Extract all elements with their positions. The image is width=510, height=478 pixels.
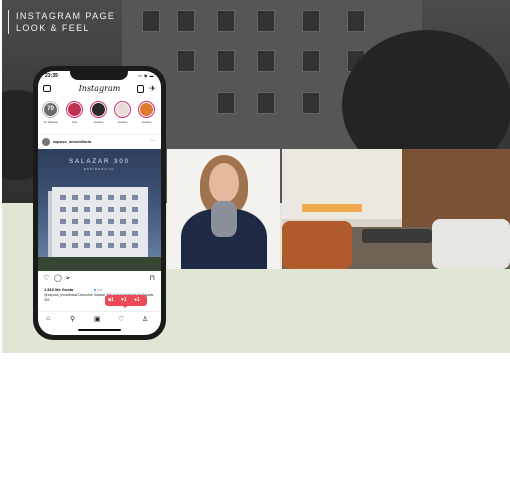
instagram-screen: 23:39 ▪▪ ◉ ▬ Instagram ✈ 70 Tu historia … — [38, 71, 161, 335]
story-item[interactable]: 70 Tu historia — [41, 101, 60, 124]
reels-icon[interactable]: ▣ — [94, 315, 101, 323]
status-icons: ▪▪ ◉ ▬ — [138, 73, 154, 78]
story-item[interactable]: usuario — [89, 101, 108, 124]
post-header: zapusa_inmobiliaria ··· — [38, 134, 161, 149]
direct-message-icon[interactable]: ✈ — [149, 84, 156, 93]
igtv-icon[interactable] — [137, 85, 144, 93]
follow-notification: ●1 — [134, 297, 140, 303]
story-label: Live — [71, 120, 78, 124]
likes-count[interactable]: 1.816 Me Gusta — [44, 287, 73, 292]
post-image[interactable]: SALAZAR 300 RESIDENCIAL — [38, 149, 161, 271]
status-time: 23:39 — [45, 73, 58, 79]
search-icon[interactable]: ⚲ — [70, 315, 75, 323]
heart-icon[interactable]: ♡ — [118, 315, 124, 323]
post-username[interactable]: zapusa_inmobiliaria — [53, 139, 91, 144]
share-icon[interactable]: ➢ — [65, 274, 71, 282]
heart-icon[interactable]: ♡ — [43, 274, 49, 282]
title-line-1: INSTAGRAM PAGE — [16, 11, 116, 21]
bookmark-icon[interactable]: ⊓ — [150, 274, 155, 282]
interior-living-room-photo — [282, 149, 510, 269]
bottom-navigation: ⌂ ⚲ ▣ ♡ ♙ — [38, 311, 161, 326]
activity-notification-bubble[interactable]: ■1 ♥1 ●1 — [105, 295, 147, 308]
post-actions: ♡ ◯ ➢ ⊓ — [38, 274, 161, 291]
story-label: usuario — [93, 120, 104, 124]
story-label: Tu historia — [43, 120, 58, 124]
like-notification: ♥1 — [121, 297, 127, 303]
story-label: usuario — [117, 120, 128, 124]
phone-mockup: 23:39 ▪▪ ◉ ▬ Instagram ✈ 70 Tu historia … — [33, 66, 166, 340]
title-line-2: LOOK & FEEL — [16, 23, 90, 33]
post-brand-title: SALAZAR 300 — [68, 159, 131, 165]
home-icon[interactable]: ⌂ — [46, 315, 50, 322]
instagram-header: Instagram ✈ — [38, 83, 161, 97]
avatar[interactable] — [42, 138, 50, 146]
comment-icon[interactable]: ◯ — [54, 274, 62, 282]
story-label: usuario — [141, 120, 152, 124]
stories-row: 70 Tu historia Live usuario usuario usua… — [40, 101, 161, 131]
slide-title: INSTAGRAM PAGE LOOK & FEEL — [8, 10, 115, 34]
more-options-icon[interactable]: ··· — [151, 138, 156, 144]
portrait-photo — [167, 149, 280, 269]
story-item[interactable]: usuario — [113, 101, 132, 124]
post-brand-subtitle: RESIDENCIAL — [83, 167, 115, 171]
comment-notification: ■1 — [108, 297, 114, 303]
phone-notch — [70, 71, 128, 80]
story-item[interactable]: usuario — [137, 101, 156, 124]
story-item[interactable]: Live — [65, 101, 84, 124]
home-indicator — [78, 329, 121, 331]
profile-icon[interactable]: ♙ — [142, 315, 148, 323]
feed-photo-strip — [167, 149, 510, 269]
